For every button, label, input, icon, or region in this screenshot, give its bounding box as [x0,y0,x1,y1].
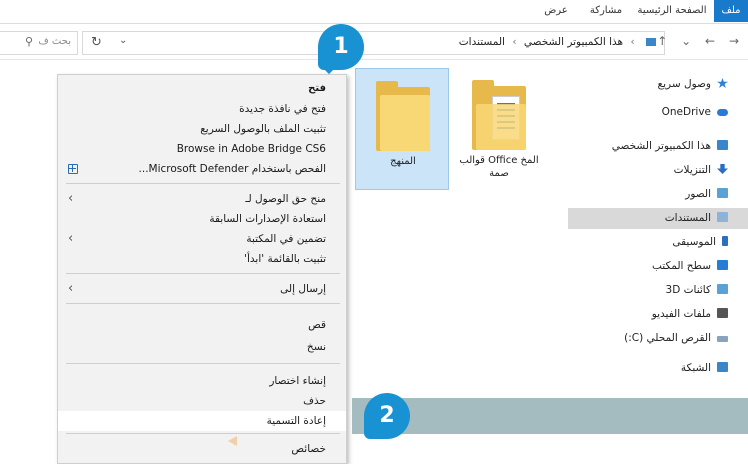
menu-separator [66,273,340,274]
nav-item-3d-objects[interactable]: كائنات 3D [568,280,748,301]
menu-item-delete[interactable]: حذف [58,391,346,411]
cloud-icon [717,109,728,116]
search-icon: ⚲ [24,35,33,48]
file-name: المنهج [390,156,416,167]
menu-item-pin-quick-access[interactable]: تثبيت الملف بالوصول السريع [58,119,346,139]
breadcrumb-documents[interactable]: المستندات [459,36,505,48]
back-arrow-icon[interactable]: → [729,34,739,48]
context-menu: فتح فتح في نافذة جديدة تثبيت الملف بالوص… [57,74,347,464]
forward-arrow-icon[interactable]: ← [705,34,715,48]
chevron-left-icon: ‹ [68,191,74,206]
recent-dropdown-icon[interactable]: ⌄ [681,34,691,48]
breadcrumb-separator: › [512,36,517,48]
menu-item-cut[interactable]: قص [58,315,346,335]
menu-item-defender-scan[interactable]: الفحص باستخدام Microsoft Defender... [58,159,346,179]
nav-item-music[interactable]: الموسيقى [568,232,748,253]
menu-separator [66,183,340,184]
search-box[interactable]: ⚲ بحث ف [0,31,78,55]
menu-item-rename[interactable]: إعادة التسمية [58,411,346,431]
menu-item-browse-adobe-bridge[interactable]: Browse in Adobe Bridge CS6 [58,139,346,159]
tab-file[interactable]: ملف [714,0,748,22]
folder-icon [376,81,430,151]
documents-icon [717,212,728,222]
nav-buttons: ↑ ⌄ ← → [652,34,744,48]
nav-item-quick-access[interactable]: وصول سريع [568,74,748,95]
breadcrumb: › هذا الكمبيوتر الشخصي › المستندات [459,36,656,48]
menu-item-pin-start[interactable]: تثبيت بالقائمة 'ابدأ' [58,249,346,269]
menu-separator [66,433,340,434]
download-icon [717,164,728,174]
menu-item-send-to[interactable]: ‹ إرسال إلى [58,279,346,299]
menu-item-create-shortcut[interactable]: إنشاء اختصار [58,371,346,391]
breadcrumb-this-pc[interactable]: هذا الكمبيوتر الشخصي [524,36,623,48]
address-bar[interactable]: ↻ ⌄ › هذا الكمبيوتر الشخصي › المستندات [82,31,665,55]
folder-office-templates[interactable]: المخ Office قوالب صمة [452,68,546,190]
desktop-icon [717,260,728,270]
drive-icon [717,336,728,342]
nav-item-network[interactable]: الشبكة [568,358,748,379]
address-row: ⚲ بحث ف ↻ ⌄ › هذا الكمبيوتر الشخصي › الم… [0,26,748,60]
menu-item-properties[interactable]: خصائص [58,439,346,459]
folder-with-documents-icon [472,80,526,150]
tab-view[interactable]: عرض [536,0,576,22]
pictures-icon [717,188,728,198]
search-placeholder: بحث ف [38,36,71,47]
menu-item-give-access[interactable]: ‹ منح حق الوصول لـ [58,189,346,209]
computer-icon [717,140,728,150]
step-badge-1: 1 [318,24,364,70]
music-icon [722,236,728,246]
nav-item-documents[interactable]: المستندات [568,208,748,229]
ribbon: ملف الصفحة الرئيسية مشاركة عرض [0,0,748,24]
folder-curriculum[interactable]: المنهج [355,68,449,190]
tab-share[interactable]: مشاركة [582,0,630,22]
defender-icon [68,164,78,174]
nav-item-onedrive[interactable]: OneDrive [568,102,748,123]
menu-item-copy[interactable]: نسخ [58,337,346,357]
nav-item-this-pc[interactable]: هذا الكمبيوتر الشخصي [568,136,748,157]
3d-objects-icon [717,284,728,294]
nav-item-pictures[interactable]: الصور [568,184,748,205]
menu-item-restore-versions[interactable]: استعادة الإصدارات السابقة [58,209,346,229]
nav-item-local-disk[interactable]: القرص المحلي (C:) [568,328,748,349]
pointer-cursor-icon [228,436,237,446]
nav-item-videos[interactable]: ملفات الفيديو [568,304,748,325]
menu-item-include-library[interactable]: ‹ تضمين في المكتبة [58,229,346,249]
chevron-down-icon[interactable]: ⌄ [119,35,127,46]
menu-item-open[interactable]: فتح [58,79,346,99]
menu-item-open-new-window[interactable]: فتح في نافذة جديدة [58,99,346,119]
chevron-left-icon: ‹ [68,281,74,296]
menu-separator [66,363,340,364]
tab-home[interactable]: الصفحة الرئيسية [636,0,708,22]
callout-banner [352,398,748,434]
refresh-icon[interactable]: ↻ [91,35,102,50]
menu-separator [66,303,340,304]
file-name: المخ Office قوالب صمة [459,155,539,179]
video-icon [717,308,728,318]
nav-item-desktop[interactable]: سطح المكتب [568,256,748,277]
breadcrumb-separator: › [630,36,635,48]
nav-item-downloads[interactable]: التنزيلات [568,160,748,181]
chevron-left-icon: ‹ [68,231,74,246]
star-icon [717,78,728,88]
step-badge-2: 2 [364,393,410,439]
up-arrow-icon[interactable]: ↑ [657,34,667,48]
network-icon [717,362,728,372]
